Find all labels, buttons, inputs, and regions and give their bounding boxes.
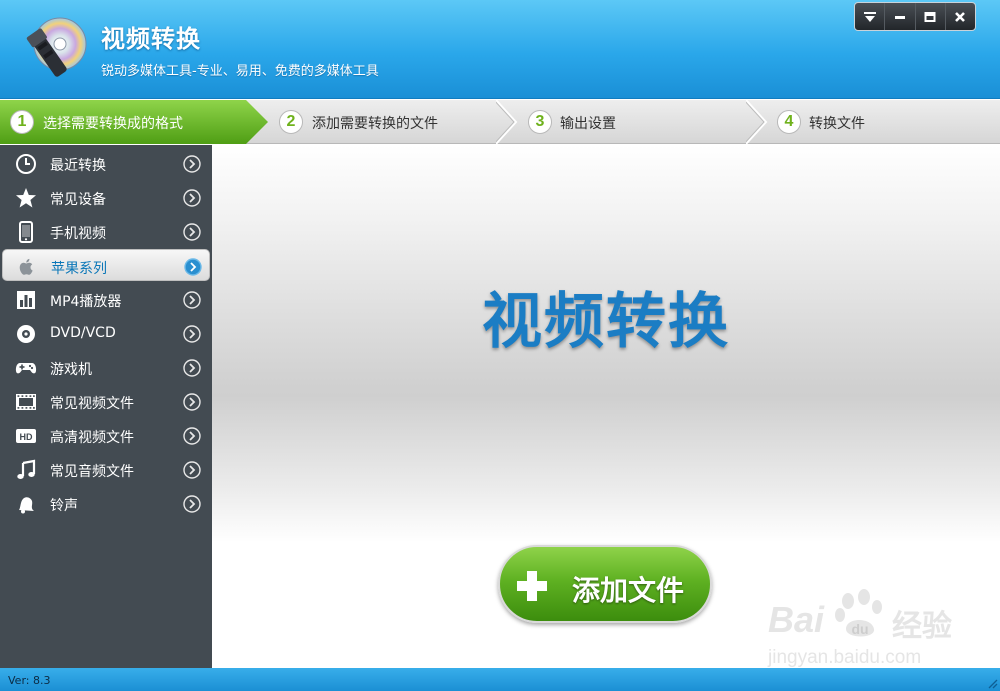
step-number: 2 [279, 110, 303, 134]
chevron-right-icon [183, 495, 201, 513]
dropdown-icon [863, 11, 876, 22]
sidebar-item-label: 手机视频 [50, 226, 106, 242]
film-icon [16, 394, 36, 410]
add-files-button[interactable]: 添加文件 [498, 545, 712, 623]
sidebar-item-common-devices[interactable]: 常见设备 [0, 181, 212, 213]
app-title: 视频转换 [101, 25, 201, 53]
step-output-settings[interactable]: 3 输出设置 [518, 100, 746, 144]
format-category-sidebar: 最近转换 常见设备 手机视频 苹果系列 MP4播放器 DVD/VCD 游戏机 常… [0, 145, 212, 668]
chevron-right-icon [183, 325, 201, 343]
main-panel: 视频转换 添加文件 Bai du 经验 jingyan.baidu.com [212, 145, 1000, 668]
step-bar: 1 选择需要转换成的格式 2 添加需要转换的文件 3 输出设置 4 转换文件 [0, 100, 1000, 144]
disc-icon [17, 325, 35, 343]
step-number: 4 [777, 110, 801, 134]
chevron-right-icon [183, 155, 201, 173]
sidebar-item-label: MP4播放器 [50, 294, 122, 310]
hd-icon: HD [16, 429, 36, 443]
step-number: 3 [528, 110, 552, 134]
sidebar-item-label: 常见设备 [50, 192, 106, 208]
bell-icon [19, 497, 34, 514]
sidebar-item-label: 苹果系列 [51, 261, 107, 277]
sidebar-item-label: 常见音频文件 [50, 464, 134, 480]
sidebar-item-common-audio-files[interactable]: 常见音频文件 [0, 453, 212, 485]
clock-icon [16, 154, 36, 174]
minimize-button[interactable] [885, 3, 916, 30]
chevron-right-icon [183, 291, 201, 309]
sidebar-item-label: 高清视频文件 [50, 430, 134, 446]
sidebar-item-label: 常见视频文件 [50, 396, 134, 412]
sidebar-item-label: 游戏机 [50, 362, 92, 378]
sidebar-item-mobile-video[interactable]: 手机视频 [0, 215, 212, 247]
close-button[interactable] [946, 3, 975, 30]
title-bar: 视频转换 锐动多媒体工具-专业、易用、免费的多媒体工具 [0, 0, 1000, 99]
chevron-right-icon [183, 427, 201, 445]
sidebar-item-apple[interactable]: 苹果系列 [2, 249, 210, 281]
main-title: 视频转换 [482, 287, 730, 357]
sidebar-item-recent[interactable]: 最近转换 [0, 147, 212, 179]
chevron-right-icon [183, 461, 201, 479]
sidebar-item-hd-video-files[interactable]: HD 高清视频文件 [0, 419, 212, 451]
minimize-icon [894, 15, 905, 19]
close-icon [955, 11, 966, 22]
chevron-right-icon [184, 258, 202, 276]
chevron-right-icon [183, 359, 201, 377]
star-icon [16, 188, 36, 208]
sidebar-item-dvd-vcd[interactable]: DVD/VCD [0, 317, 212, 349]
maximize-button[interactable] [916, 3, 946, 30]
step-label: 选择需要转换成的格式 [43, 116, 183, 132]
chevron-right-icon [183, 223, 201, 241]
gamepad-icon [15, 363, 37, 374]
dropdown-button[interactable] [855, 3, 886, 30]
watermark-brand-left: Bai [768, 599, 825, 640]
chevron-right-icon [183, 189, 201, 207]
step-label: 输出设置 [560, 116, 616, 132]
step-label: 添加需要转换的文件 [312, 116, 438, 132]
chevron-right-icon [183, 393, 201, 411]
sidebar-item-game-console[interactable]: 游戏机 [0, 351, 212, 383]
paw-icon: du [835, 589, 882, 637]
window-controls [854, 2, 976, 31]
mp4-player-icon [17, 291, 35, 309]
sidebar-item-common-video-files[interactable]: 常见视频文件 [0, 385, 212, 417]
app-logo-icon [26, 17, 87, 77]
app-subtitle: 锐动多媒体工具-专业、易用、免费的多媒体工具 [101, 64, 379, 79]
sidebar-item-ringtone[interactable]: 铃声 [0, 487, 212, 519]
watermark-brand-right: 经验 [892, 610, 952, 643]
step-separator [746, 100, 768, 144]
step-select-format[interactable]: 1 选择需要转换成的格式 [0, 100, 270, 144]
svg-text:HD: HD [20, 432, 33, 442]
maximize-icon [924, 11, 936, 22]
sidebar-item-mp4-player[interactable]: MP4播放器 [0, 283, 212, 315]
step-number: 1 [10, 110, 34, 134]
step-label: 转换文件 [809, 116, 865, 132]
sidebar-item-label: DVD/VCD [50, 325, 116, 341]
resize-grip-icon[interactable] [986, 677, 998, 689]
status-bar: Ver: 8.3 [0, 668, 1000, 691]
step-separator [496, 100, 518, 144]
music-note-icon [17, 459, 36, 479]
add-files-label: 添加文件 [572, 574, 685, 607]
step-add-files[interactable]: 2 添加需要转换的文件 [270, 100, 496, 144]
step-convert-files[interactable]: 4 转换文件 [768, 100, 1000, 144]
version-label: Ver: 8.3 [8, 674, 51, 687]
apple-icon [19, 258, 33, 275]
svg-text:du: du [851, 621, 868, 637]
plus-icon [517, 571, 547, 601]
sidebar-item-label: 铃声 [50, 498, 78, 514]
phone-icon [19, 221, 33, 243]
sidebar-item-label: 最近转换 [50, 158, 106, 174]
watermark: Bai du 经验 jingyan.baidu.com [768, 581, 968, 671]
watermark-url: jingyan.baidu.com [768, 647, 922, 668]
